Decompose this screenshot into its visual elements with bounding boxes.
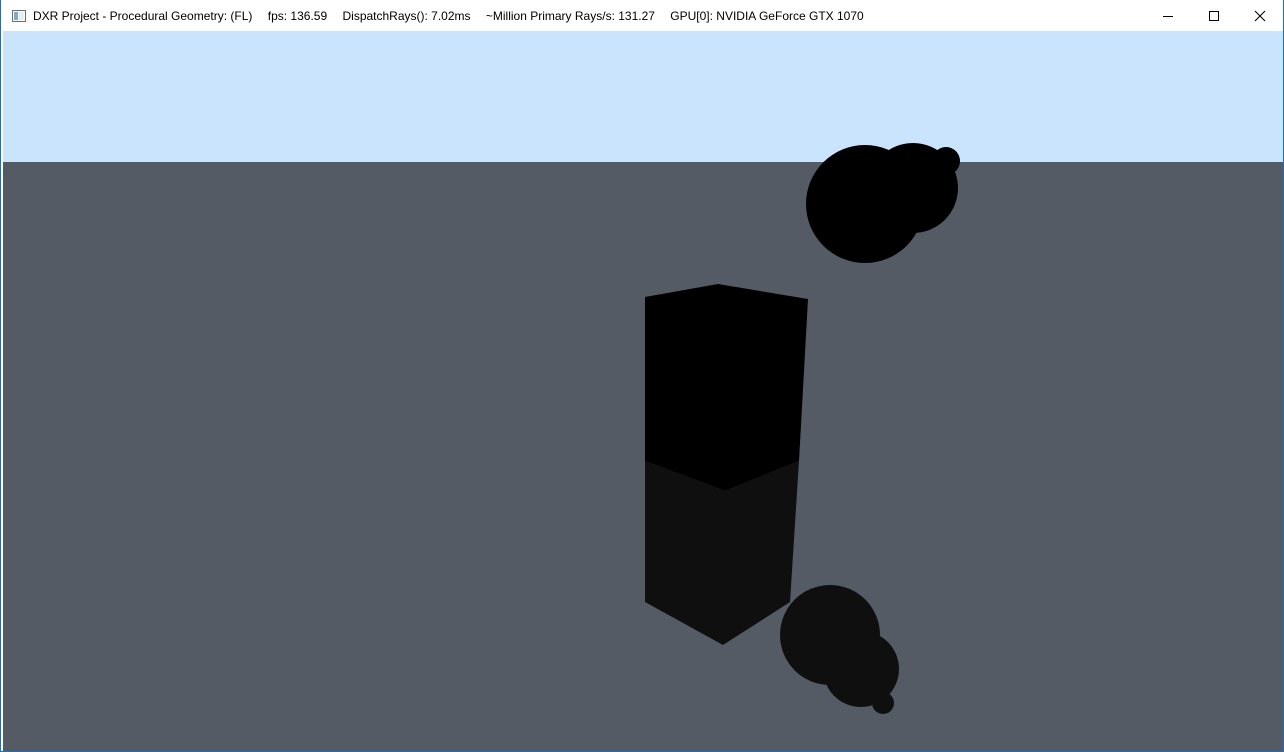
app-icon <box>12 9 26 22</box>
dispatch-rays-readout: DispatchRays(): 7.02ms <box>342 8 471 23</box>
window-title-name: DXR Project - Procedural Geometry: (FL) <box>33 8 253 23</box>
window-controls <box>1145 0 1283 31</box>
close-icon <box>1254 10 1266 21</box>
sky <box>3 31 1283 162</box>
gpu-readout: GPU[0]: NVIDIA GeForce GTX 1070 <box>670 8 864 23</box>
title-bar[interactable]: DXR Project - Procedural Geometry: (FL) … <box>1 0 1283 31</box>
maximize-icon <box>1209 10 1219 21</box>
close-button[interactable] <box>1237 0 1283 31</box>
ground-plane <box>3 162 1283 751</box>
app-window: DXR Project - Procedural Geometry: (FL) … <box>0 0 1284 752</box>
primary-rays-readout: ~Million Primary Rays/s: 131.27 <box>485 8 655 23</box>
minimize-button[interactable] <box>1145 0 1191 31</box>
window-title: DXR Project - Procedural Geometry: (FL) … <box>33 9 876 23</box>
rendered-scene <box>3 31 1283 751</box>
box-object <box>645 284 808 491</box>
maximize-button[interactable] <box>1191 0 1237 31</box>
fps-readout: fps: 136.59 <box>267 8 328 23</box>
render-viewport[interactable] <box>3 31 1283 751</box>
minimize-icon <box>1163 15 1173 17</box>
